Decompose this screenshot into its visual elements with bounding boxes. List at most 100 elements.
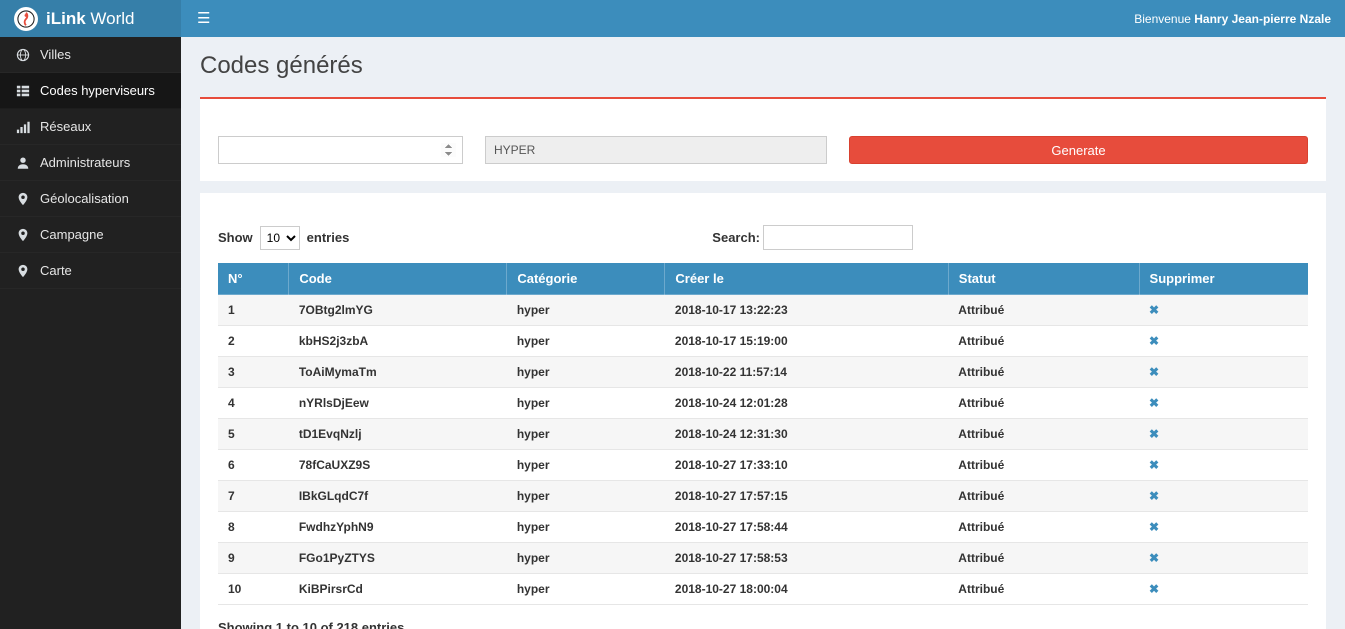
header-status[interactable]: Statut [948, 263, 1139, 295]
cell-category: hyper [507, 419, 665, 450]
cell-created: 2018-10-27 17:58:44 [665, 512, 948, 543]
sidebar-item-carte[interactable]: Carte [0, 253, 181, 289]
cell-status: Attribué [948, 388, 1139, 419]
delete-icon[interactable]: ✖ [1149, 520, 1159, 534]
table-row: 5tD1EvqNzljhyper2018-10-24 12:31:30Attri… [218, 419, 1308, 450]
header-category[interactable]: Catégorie [507, 263, 665, 295]
welcome-prefix: Bienvenue [1134, 12, 1194, 26]
top-header: iLink World ☰ Bienvenue Hanry Jean-pierr… [0, 0, 1345, 37]
sidebar-item-label: Réseaux [40, 119, 91, 134]
header-created[interactable]: Créer le [665, 263, 948, 295]
search-input[interactable] [763, 225, 913, 250]
delete-icon[interactable]: ✖ [1149, 334, 1159, 348]
marker-icon [15, 264, 31, 278]
sidebar-item-reseaux[interactable]: Réseaux [0, 109, 181, 145]
main-content: Codes générés Generate Show 10 entries S… [181, 37, 1345, 629]
cell-code: 78fCaUXZ9S [289, 450, 507, 481]
cell-delete: ✖ [1139, 295, 1308, 326]
show-label: Show [218, 230, 253, 245]
sidebar-toggle-icon[interactable]: ☰ [181, 0, 226, 37]
table-row: 17OBtg2lmYGhyper2018-10-17 13:22:23Attri… [218, 295, 1308, 326]
delete-icon[interactable]: ✖ [1149, 458, 1159, 472]
codes-table: N° Code Catégorie Créer le Statut Suppri… [218, 263, 1308, 605]
table-row: 10KiBPirsrCdhyper2018-10-27 18:00:04Attr… [218, 574, 1308, 605]
generate-panel: Generate [200, 99, 1326, 181]
delete-icon[interactable]: ✖ [1149, 427, 1159, 441]
globe-icon [15, 48, 31, 62]
navbar: ☰ Bienvenue Hanry Jean-pierre Nzale [181, 0, 1345, 37]
cell-category: hyper [507, 388, 665, 419]
delete-icon[interactable]: ✖ [1149, 365, 1159, 379]
sidebar-item-geolocalisation[interactable]: Géolocalisation [0, 181, 181, 217]
cell-status: Attribué [948, 574, 1139, 605]
sidebar-menu: Villes Codes hyperviseurs Réseaux Administr… [0, 37, 181, 289]
cell-delete: ✖ [1139, 450, 1308, 481]
cell-created: 2018-10-24 12:01:28 [665, 388, 948, 419]
sidebar-item-label: Géolocalisation [40, 191, 129, 206]
marker-icon [15, 228, 31, 242]
cell-created: 2018-10-22 11:57:14 [665, 357, 948, 388]
cell-num: 10 [218, 574, 289, 605]
code-count-input[interactable] [218, 136, 463, 164]
cell-delete: ✖ [1139, 419, 1308, 450]
user-icon [15, 156, 31, 170]
sidebar-item-codes-hyperviseurs[interactable]: Codes hyperviseurs [0, 73, 181, 109]
cell-category: hyper [507, 512, 665, 543]
cell-status: Attribué [948, 357, 1139, 388]
sidebar-item-campagne[interactable]: Campagne [0, 217, 181, 253]
cell-code: FwdhzYphN9 [289, 512, 507, 543]
cell-code: nYRlsDjEew [289, 388, 507, 419]
cell-category: hyper [507, 543, 665, 574]
cell-delete: ✖ [1139, 512, 1308, 543]
cell-num: 9 [218, 543, 289, 574]
cell-num: 1 [218, 295, 289, 326]
brand-area[interactable]: iLink World [0, 0, 181, 37]
header-code[interactable]: Code [289, 263, 507, 295]
cell-created: 2018-10-27 18:00:04 [665, 574, 948, 605]
list-icon [15, 84, 31, 98]
sidebar-item-label: Codes hyperviseurs [40, 83, 155, 98]
category-input[interactable] [485, 136, 827, 164]
cell-delete: ✖ [1139, 357, 1308, 388]
header-num[interactable]: N° [218, 263, 289, 295]
header-delete[interactable]: Supprimer [1139, 263, 1308, 295]
sidebar-item-villes[interactable]: Villes [0, 37, 181, 73]
cell-status: Attribué [948, 295, 1139, 326]
delete-icon[interactable]: ✖ [1149, 489, 1159, 503]
cell-created: 2018-10-17 13:22:23 [665, 295, 948, 326]
sidebar-item-label: Villes [40, 47, 71, 62]
cell-category: hyper [507, 357, 665, 388]
table-row: 7IBkGLqdC7fhyper2018-10-27 17:57:15Attri… [218, 481, 1308, 512]
delete-icon[interactable]: ✖ [1149, 582, 1159, 596]
cell-created: 2018-10-24 12:31:30 [665, 419, 948, 450]
welcome-text: Bienvenue Hanry Jean-pierre Nzale [1134, 12, 1345, 26]
page-size-select[interactable]: 10 [260, 226, 300, 250]
cell-created: 2018-10-27 17:33:10 [665, 450, 948, 481]
sidebar-item-administrateurs[interactable]: Administrateurs [0, 145, 181, 181]
delete-icon[interactable]: ✖ [1149, 303, 1159, 317]
cell-status: Attribué [948, 326, 1139, 357]
cell-created: 2018-10-17 15:19:00 [665, 326, 948, 357]
table-row: 2kbHS2j3zbAhyper2018-10-17 15:19:00Attri… [218, 326, 1308, 357]
cell-status: Attribué [948, 543, 1139, 574]
sidebar-item-label: Campagne [40, 227, 104, 242]
table-row: 8FwdhzYphN9hyper2018-10-27 17:58:44Attri… [218, 512, 1308, 543]
delete-icon[interactable]: ✖ [1149, 551, 1159, 565]
delete-icon[interactable]: ✖ [1149, 396, 1159, 410]
app-title: iLink World [46, 9, 134, 29]
cell-created: 2018-10-27 17:58:53 [665, 543, 948, 574]
cell-num: 5 [218, 419, 289, 450]
cell-created: 2018-10-27 17:57:15 [665, 481, 948, 512]
generate-button[interactable]: Generate [849, 136, 1308, 164]
cell-code: IBkGLqdC7f [289, 481, 507, 512]
cell-status: Attribué [948, 450, 1139, 481]
cell-code: tD1EvqNzlj [289, 419, 507, 450]
cell-delete: ✖ [1139, 543, 1308, 574]
cell-code: kbHS2j3zbA [289, 326, 507, 357]
codes-panel: Show 10 entries Search: N° Code Catégori… [200, 193, 1326, 629]
cell-num: 6 [218, 450, 289, 481]
cell-num: 7 [218, 481, 289, 512]
table-header-row: N° Code Catégorie Créer le Statut Suppri… [218, 263, 1308, 295]
cell-num: 4 [218, 388, 289, 419]
cell-code: KiBPirsrCd [289, 574, 507, 605]
